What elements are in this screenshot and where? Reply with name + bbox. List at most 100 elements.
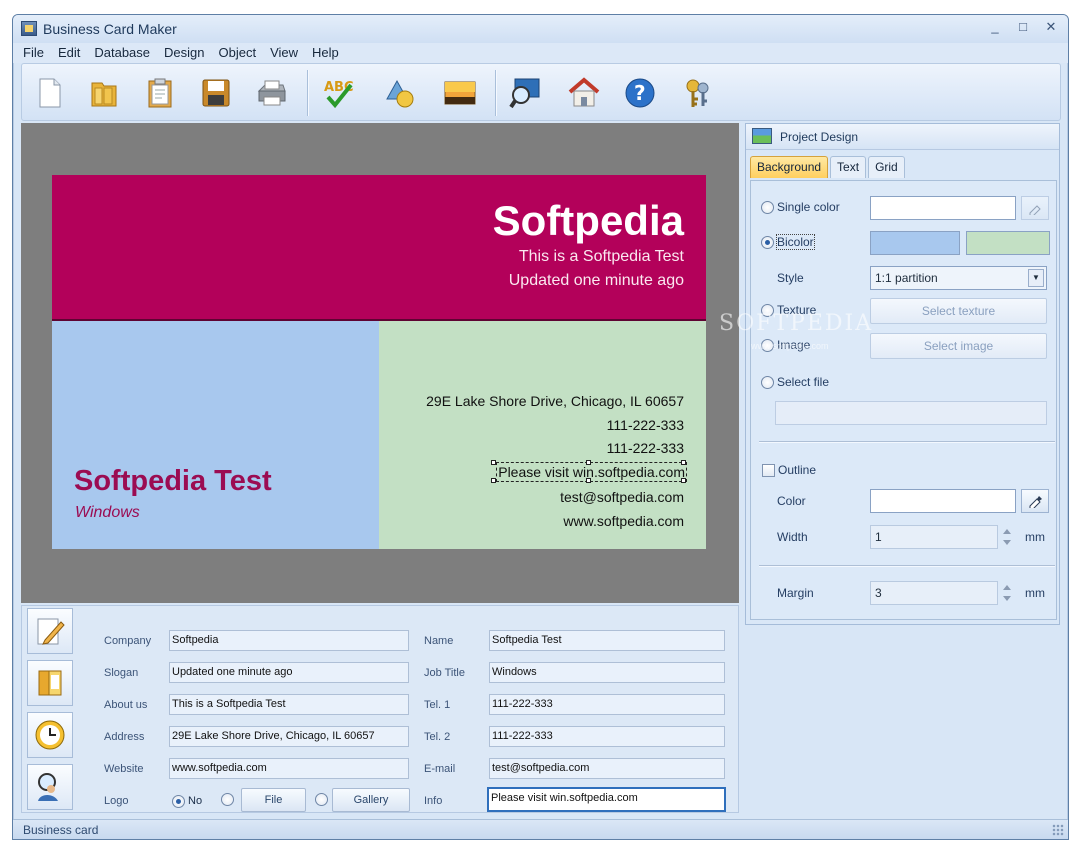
menu-file[interactable]: File (23, 43, 44, 63)
name-field[interactable]: Softpedia Test (489, 630, 725, 651)
card-job-text[interactable]: Windows (75, 504, 140, 522)
keys-icon[interactable] (678, 76, 718, 110)
status-bar: Business card (13, 819, 1068, 839)
width-spinner[interactable] (1001, 525, 1013, 549)
watermark: SOFTPEDIA (719, 311, 874, 336)
open-book-icon[interactable] (27, 660, 73, 706)
edit-pencil-icon[interactable] (27, 608, 73, 654)
print-icon[interactable] (252, 76, 292, 110)
card-address-text[interactable]: 29E Lake Shore Drive, Chicago, IL 60657 (426, 393, 684, 409)
shapes-icon[interactable] (380, 76, 420, 110)
menu-edit[interactable]: Edit (58, 43, 80, 63)
minimize-button[interactable]: _ (988, 19, 1002, 35)
card-email-text[interactable]: test@softpedia.com (560, 489, 684, 505)
slogan-field[interactable]: Updated one minute ago (169, 662, 409, 683)
menu-view[interactable]: View (270, 43, 298, 63)
margin-input[interactable]: 3 (870, 581, 998, 605)
address-field[interactable]: 29E Lake Shore Drive, Chicago, IL 60657 (169, 726, 409, 747)
card-website-text[interactable]: www.softpedia.com (563, 513, 684, 529)
width-label: Width (777, 530, 808, 544)
logo-gallery-button[interactable]: Gallery (332, 788, 410, 812)
select-file-radio[interactable] (761, 376, 774, 389)
menu-design[interactable]: Design (164, 43, 204, 63)
resize-handle[interactable] (491, 460, 496, 465)
image-icon[interactable] (440, 76, 480, 110)
about-field[interactable]: This is a Softpedia Test (169, 694, 409, 715)
website-field[interactable]: www.softpedia.com (169, 758, 409, 779)
new-icon[interactable] (30, 76, 70, 110)
company-label: Company (104, 635, 152, 647)
single-color-radio[interactable] (761, 201, 774, 214)
logo-file-button[interactable]: File (241, 788, 306, 812)
single-color-picker-icon[interactable] (1021, 196, 1049, 220)
outline-color-label: Color (777, 494, 806, 508)
project-design-header: Project Design (746, 124, 1059, 150)
select-image-button[interactable]: Select image (870, 333, 1047, 359)
business-card[interactable]: Softpedia This is a Softpedia Test Updat… (52, 175, 706, 549)
open-folder-icon[interactable] (84, 76, 124, 110)
margin-spinner[interactable] (1001, 581, 1013, 605)
save-icon[interactable] (196, 76, 236, 110)
help-icon[interactable]: ? (620, 76, 660, 110)
logo-file-radio[interactable] (221, 793, 234, 806)
file-path-field[interactable] (775, 401, 1047, 425)
card-tel2-text[interactable]: 111-222-333 (607, 440, 684, 456)
tel1-field[interactable]: 111-222-333 (489, 694, 725, 715)
select-file-label: Select file (777, 375, 830, 389)
card-tel1-text[interactable]: 111-222-333 (607, 417, 684, 433)
job-field[interactable]: Windows (489, 662, 725, 683)
design-canvas[interactable]: Softpedia This is a Softpedia Test Updat… (21, 123, 739, 603)
resize-handle[interactable] (586, 478, 591, 483)
resize-handle[interactable] (681, 460, 686, 465)
search-user-icon[interactable] (27, 764, 73, 810)
company-field[interactable]: Softpedia (169, 630, 409, 651)
single-color-swatch[interactable] (870, 196, 1016, 220)
logo-gallery-radio[interactable] (315, 793, 328, 806)
bicolor-swatch-2[interactable] (966, 231, 1050, 255)
card-info-text-selected[interactable]: Please visit win.softpedia.com (496, 462, 687, 482)
resize-grip[interactable] (1052, 824, 1064, 836)
bicolor-swatch-1[interactable] (870, 231, 960, 255)
tab-background[interactable]: Background (750, 156, 829, 178)
logo-label: Logo (104, 795, 129, 807)
email-field[interactable]: test@softpedia.com (489, 758, 725, 779)
title-bar: Business Card Maker _ □ ✕ (13, 15, 1068, 43)
info-field[interactable]: Please visit win.softpedia.com (487, 787, 726, 812)
outline-color-picker-icon[interactable] (1021, 489, 1049, 513)
clock-icon[interactable] (27, 712, 73, 758)
card-about-text[interactable]: This is a Softpedia Test (519, 248, 684, 266)
app-icon (21, 21, 37, 36)
tel2-field[interactable]: 111-222-333 (489, 726, 725, 747)
website-label: Website (104, 763, 144, 775)
spellcheck-icon[interactable]: ABC (320, 76, 360, 110)
status-text: Business card (23, 823, 99, 837)
style-select[interactable]: 1:1 partition ▼ (870, 266, 1047, 290)
width-input[interactable]: 1 (870, 525, 998, 549)
window-title: Business Card Maker (43, 21, 177, 37)
outline-color-swatch[interactable] (870, 489, 1016, 513)
menu-help[interactable]: Help (312, 43, 339, 63)
address-label: Address (104, 731, 145, 743)
card-company-text[interactable]: Softpedia (493, 197, 684, 245)
bicolor-radio[interactable] (761, 236, 774, 249)
project-design-title: Project Design (780, 130, 859, 144)
tab-grid[interactable]: Grid (868, 156, 905, 178)
zoom-icon[interactable] (506, 76, 546, 110)
card-name-text[interactable]: Softpedia Test (74, 465, 272, 498)
resize-handle[interactable] (586, 460, 591, 465)
card-slogan-text[interactable]: Updated one minute ago (509, 272, 684, 290)
menu-object[interactable]: Object (218, 43, 256, 63)
logo-no-radio[interactable] (172, 795, 185, 808)
tab-text[interactable]: Text (830, 156, 867, 178)
maximize-button[interactable]: □ (1016, 19, 1030, 35)
home-icon[interactable] (564, 76, 604, 110)
menu-database[interactable]: Database (94, 43, 150, 63)
outline-checkbox[interactable] (762, 464, 775, 477)
chevron-down-icon[interactable]: ▼ (1028, 269, 1044, 287)
paste-icon[interactable] (140, 76, 180, 110)
resize-handle[interactable] (681, 478, 686, 483)
resize-handle[interactable] (491, 478, 496, 483)
tel1-label: Tel. 1 (424, 699, 451, 711)
select-texture-button[interactable]: Select texture (870, 298, 1047, 324)
close-button[interactable]: ✕ (1044, 19, 1058, 35)
